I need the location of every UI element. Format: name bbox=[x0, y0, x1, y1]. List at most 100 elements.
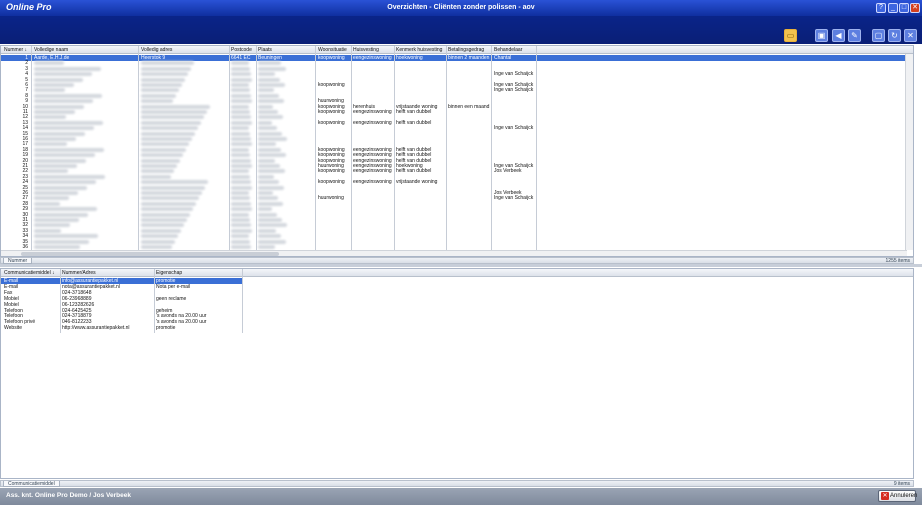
redacted-adres bbox=[141, 196, 199, 201]
redacted-plaats bbox=[258, 228, 276, 233]
clients-grid[interactable]: Nummer ↓ Volledige naam Volledig adres P… bbox=[0, 45, 914, 257]
redacted-adres bbox=[141, 137, 192, 141]
redacted-postcode bbox=[231, 169, 249, 174]
column-divider bbox=[446, 46, 447, 250]
col-header-woonsituatie[interactable]: Woonsituatie bbox=[318, 47, 347, 53]
redacted-adres bbox=[141, 185, 205, 190]
redacted-plaats bbox=[258, 196, 278, 201]
redacted-adres bbox=[141, 126, 198, 131]
redacted-plaats bbox=[258, 153, 286, 158]
close-panel-icon[interactable]: ✕ bbox=[904, 29, 917, 42]
redacted-plaats bbox=[258, 120, 272, 125]
redacted-postcode bbox=[231, 207, 252, 212]
redacted-plaats bbox=[258, 191, 273, 195]
col-header-postcode[interactable]: Postcode bbox=[231, 47, 252, 53]
redacted-adres bbox=[141, 158, 180, 163]
redacted-postcode bbox=[231, 174, 250, 179]
redacted-postcode bbox=[231, 239, 250, 244]
redacted-naam bbox=[34, 115, 66, 120]
col-header-huisvesting[interactable]: Huisvesting bbox=[353, 47, 379, 53]
maximize-button[interactable]: □ bbox=[899, 3, 909, 13]
minimize-button[interactable]: _ bbox=[888, 3, 898, 13]
pane-splitter[interactable] bbox=[0, 264, 922, 267]
redacted-postcode bbox=[231, 180, 251, 185]
toolbar: ▭ ▣ ◀ ✎ ▢ ↻ ✕ bbox=[0, 16, 922, 44]
redacted-postcode bbox=[231, 110, 250, 114]
refresh-icon[interactable]: ↻ bbox=[888, 29, 901, 42]
close-button[interactable]: ✕ bbox=[910, 3, 920, 13]
redacted-postcode bbox=[231, 72, 251, 77]
redacted-naam bbox=[34, 120, 103, 125]
col-header-naam[interactable]: Volledige naam bbox=[34, 47, 68, 53]
redacted-plaats bbox=[258, 239, 286, 244]
redacted-postcode bbox=[231, 153, 250, 158]
col-header-nummer-adres[interactable]: Nummer/Adres bbox=[62, 270, 96, 276]
redacted-postcode bbox=[231, 223, 251, 228]
redacted-naam bbox=[34, 77, 83, 82]
cancel-label: Annuleren bbox=[890, 493, 918, 499]
col-header-nummer[interactable]: Nummer ↓ bbox=[4, 47, 27, 53]
redacted-postcode bbox=[231, 191, 249, 195]
col-header-eigenschap[interactable]: Eigenschap bbox=[156, 270, 182, 276]
cancel-icon: ✕ bbox=[881, 492, 889, 500]
clients-horizontal-scrollbar[interactable] bbox=[1, 250, 907, 256]
clients-vertical-scrollbar[interactable] bbox=[905, 54, 913, 250]
help-button[interactable]: ? bbox=[876, 3, 886, 13]
redacted-naam bbox=[34, 131, 85, 136]
monitor-icon[interactable]: ▣ bbox=[815, 29, 828, 42]
window-icon[interactable]: ▢ bbox=[872, 29, 885, 42]
redacted-postcode bbox=[231, 77, 252, 82]
column-divider bbox=[351, 46, 352, 250]
speaker-icon[interactable]: ◀ bbox=[832, 29, 845, 42]
redacted-postcode bbox=[231, 245, 251, 249]
redacted-adres bbox=[141, 153, 183, 158]
comm-item-count: 9 items bbox=[893, 481, 910, 487]
col-header-communicatiemiddel[interactable]: Communicatiemiddel ↓ bbox=[4, 270, 55, 276]
redacted-plaats bbox=[258, 99, 284, 104]
redacted-naam bbox=[34, 239, 89, 244]
comm-sort-tab[interactable]: Communicatiemiddel bbox=[3, 481, 60, 487]
redacted-plaats bbox=[258, 245, 275, 249]
comm-statusbar: Communicatiemiddel 9 items bbox=[0, 480, 914, 487]
redacted-naam bbox=[34, 196, 69, 201]
redacted-adres bbox=[141, 83, 182, 87]
redacted-plaats bbox=[258, 104, 273, 109]
communication-grid[interactable]: Communicatiemiddel ↓ Nummer/Adres Eigens… bbox=[0, 268, 914, 479]
redacted-postcode bbox=[231, 228, 252, 233]
redacted-postcode bbox=[231, 99, 252, 104]
col-header-betaling[interactable]: Betalingsgedrag bbox=[448, 47, 484, 53]
redacted-postcode bbox=[231, 142, 252, 147]
redacted-plaats bbox=[258, 137, 287, 141]
redacted-naam bbox=[34, 110, 75, 114]
bottom-status-bar: Ass. knt. Online Pro Demo / Jos Verbeek … bbox=[0, 488, 922, 505]
column-divider bbox=[491, 46, 492, 250]
redacted-adres bbox=[141, 88, 179, 93]
redacted-naam bbox=[34, 93, 102, 98]
col-header-plaats[interactable]: Plaats bbox=[258, 47, 272, 53]
redacted-adres bbox=[141, 93, 176, 98]
redacted-naam bbox=[34, 169, 68, 174]
redacted-postcode bbox=[231, 104, 249, 109]
redacted-postcode bbox=[231, 196, 250, 201]
col-header-adres[interactable]: Volledig adres bbox=[141, 47, 172, 53]
redacted-adres bbox=[141, 110, 207, 114]
redacted-postcode bbox=[231, 164, 252, 168]
redacted-naam bbox=[34, 245, 80, 249]
redacted-plaats bbox=[258, 164, 280, 168]
redacted-naam bbox=[34, 61, 64, 66]
redacted-plaats bbox=[258, 158, 275, 163]
cancel-button[interactable]: ✕ Annuleren bbox=[878, 490, 918, 502]
folder-icon[interactable]: ▭ bbox=[784, 29, 797, 42]
redacted-plaats bbox=[258, 207, 272, 212]
user-info: Ass. knt. Online Pro Demo / Jos Verbeek bbox=[6, 492, 131, 499]
redacted-naam bbox=[34, 164, 77, 168]
list-item[interactable]: Website http://www.assurantiepakket.nl pro… bbox=[1, 325, 242, 331]
redacted-plaats bbox=[258, 83, 285, 87]
pen-icon[interactable]: ✎ bbox=[848, 29, 861, 42]
redacted-naam bbox=[34, 223, 70, 228]
column-divider bbox=[138, 46, 139, 250]
clients-scroll-thumb[interactable] bbox=[21, 252, 279, 256]
col-header-behandelaar[interactable]: Behandelaar bbox=[494, 47, 522, 53]
redacted-postcode bbox=[231, 61, 249, 66]
col-header-kenmerk[interactable]: Kenmerk huisvesting bbox=[396, 47, 442, 53]
